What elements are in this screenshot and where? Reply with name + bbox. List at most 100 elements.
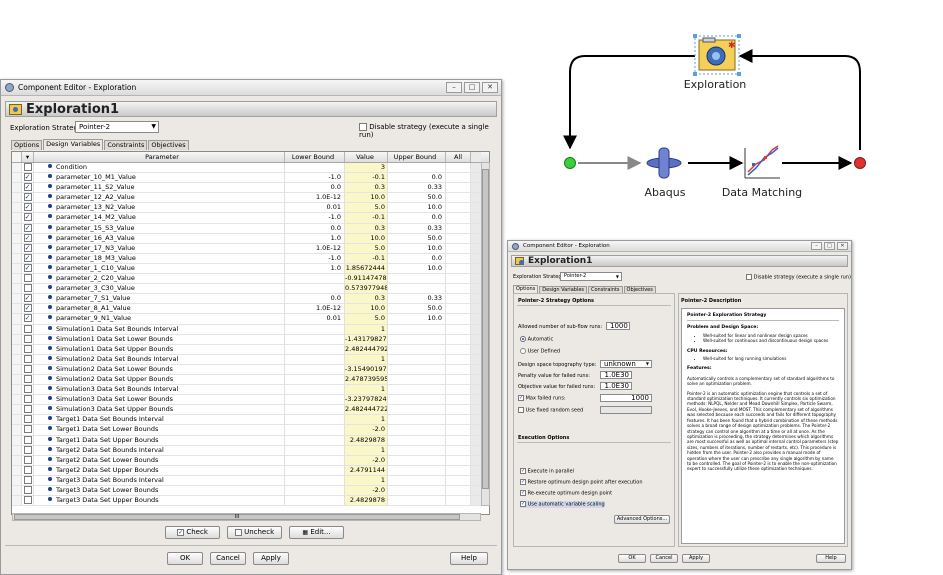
- table-row[interactable]: Target3 Data Set Lower Bounds -2.0: [12, 486, 489, 497]
- lower-bound-cell[interactable]: [285, 385, 345, 395]
- row-checkbox-cell[interactable]: [22, 385, 34, 395]
- upper-bound-cell[interactable]: [388, 354, 446, 364]
- unchecked-checkbox-icon[interactable]: [23, 496, 32, 505]
- row-checkbox-cell[interactable]: [22, 496, 34, 506]
- value-cell[interactable]: -2.0: [345, 455, 388, 465]
- data-matching-icon[interactable]: [744, 145, 780, 179]
- row-checkbox-cell[interactable]: ✓: [22, 263, 34, 274]
- value-cell[interactable]: 1: [345, 445, 388, 455]
- lower-bound-cell[interactable]: [285, 324, 345, 334]
- row-checkbox-cell[interactable]: [22, 455, 34, 465]
- row-checkbox-cell[interactable]: ✓: [22, 304, 34, 314]
- horizontal-scroll-thumb[interactable]: III: [14, 514, 460, 520]
- upper-bound-cell[interactable]: 10.0: [388, 314, 446, 324]
- row-checkbox-cell[interactable]: [22, 274, 34, 284]
- value-cell[interactable]: 1: [345, 475, 388, 485]
- exploration-node-label[interactable]: Exploration: [675, 78, 755, 91]
- upper-bound-cell[interactable]: [388, 274, 446, 284]
- lower-bound-cell[interactable]: 0.0: [285, 294, 345, 304]
- table-row[interactable]: Target2 Data Set Bounds Interval 1: [12, 445, 489, 456]
- table-row[interactable]: Target2 Data Set Upper Bounds 2.4791144: [12, 465, 489, 476]
- value-cell[interactable]: 2.4829878: [345, 496, 388, 506]
- table-row[interactable]: Target3 Data Set Bounds Interval 1: [12, 475, 489, 486]
- row-checkbox-cell[interactable]: [22, 344, 34, 354]
- row-checkbox-cell[interactable]: [22, 445, 34, 455]
- lower-bound-cell[interactable]: [285, 475, 345, 485]
- unchecked-checkbox-icon[interactable]: [23, 274, 32, 283]
- value-cell[interactable]: 1: [345, 385, 388, 395]
- radio-user-defined[interactable]: User Defined: [520, 348, 560, 355]
- edit-button[interactable]: ▦ Edit...: [289, 526, 344, 539]
- row-checkbox-cell[interactable]: [22, 405, 34, 415]
- unchecked-checkbox-icon[interactable]: [23, 465, 32, 474]
- advanced-options-button[interactable]: Advanced Options...: [614, 515, 670, 524]
- checked-checkbox-icon[interactable]: ✓: [23, 263, 32, 272]
- table-row[interactable]: Target2 Data Set Lower Bounds -2.0: [12, 455, 489, 466]
- upper-bound-cell[interactable]: [388, 415, 446, 425]
- unchecked-checkbox-icon[interactable]: [23, 354, 32, 363]
- table-row[interactable]: parameter_2_C20_Value -0.91147478: [12, 274, 489, 285]
- row-checkbox-cell[interactable]: [22, 374, 34, 385]
- unchecked-checkbox-icon[interactable]: [23, 475, 32, 484]
- lower-bound-cell[interactable]: [285, 284, 345, 294]
- lower-bound-cell[interactable]: [285, 364, 345, 374]
- row-checkbox-cell[interactable]: ✓: [22, 314, 34, 324]
- small-strategy-select[interactable]: Pointer-2 ▼: [560, 272, 622, 281]
- small-ok-button[interactable]: OK: [618, 554, 646, 563]
- table-row[interactable]: Simulation2 Data Set Bounds Interval 1: [12, 354, 489, 365]
- reexecute-optimum-checkbox[interactable]: ✓ Re-execute optimum design point: [520, 490, 612, 497]
- value-cell[interactable]: 10.0: [345, 304, 388, 314]
- upper-bound-cell[interactable]: [388, 395, 446, 405]
- small-apply-button[interactable]: Apply: [682, 554, 710, 563]
- value-cell[interactable]: -0.91147478: [345, 274, 388, 284]
- table-row[interactable]: Simulation1 Data Set Upper Bounds 2.48244…: [12, 344, 489, 355]
- upper-bound-cell[interactable]: [388, 364, 446, 374]
- upper-bound-cell[interactable]: [388, 435, 446, 445]
- lower-bound-cell[interactable]: [285, 415, 345, 425]
- unchecked-checkbox-icon[interactable]: [23, 405, 32, 414]
- max-failed-checkbox[interactable]: ✓ Max failed runs:: [518, 395, 566, 402]
- help-button[interactable]: Help: [450, 552, 488, 565]
- upper-bound-cell[interactable]: [388, 344, 446, 354]
- upper-bound-cell[interactable]: [388, 475, 446, 485]
- lower-bound-cell[interactable]: [285, 486, 345, 496]
- upper-bound-cell[interactable]: 0.33: [388, 294, 446, 304]
- unchecked-checkbox-icon[interactable]: [23, 425, 32, 434]
- unchecked-checkbox-icon[interactable]: [23, 435, 32, 444]
- upper-bound-cell[interactable]: [388, 445, 446, 455]
- row-checkbox-cell[interactable]: [22, 486, 34, 496]
- table-row[interactable]: Simulation2 Data Set Lower Bounds -3.1549…: [12, 364, 489, 375]
- row-checkbox-cell[interactable]: [22, 334, 34, 344]
- checked-checkbox-icon[interactable]: ✓: [23, 314, 32, 323]
- radio-automatic-icon[interactable]: [520, 336, 526, 342]
- row-checkbox-cell[interactable]: [22, 364, 34, 374]
- value-cell[interactable]: 2.478739595: [345, 374, 388, 385]
- checked-checkbox-icon[interactable]: ✓: [23, 304, 32, 313]
- row-checkbox-cell[interactable]: ✓: [22, 243, 34, 253]
- lower-bound-cell[interactable]: 1.0E-12: [285, 304, 345, 314]
- value-cell[interactable]: 2.482444792: [345, 344, 388, 354]
- value-cell[interactable]: 0.3: [345, 294, 388, 304]
- upper-bound-cell[interactable]: 10.0: [388, 263, 446, 274]
- max-failed-check-icon[interactable]: ✓: [518, 395, 524, 401]
- fixed-seed-checkbox[interactable]: Use fixed random seed: [518, 407, 583, 414]
- subflow-input[interactable]: 1000: [606, 322, 630, 330]
- table-row[interactable]: parameter_3_C30_Value 0.573977948: [12, 284, 489, 295]
- unchecked-checkbox-icon[interactable]: [23, 334, 32, 343]
- lower-bound-cell[interactable]: [285, 425, 345, 435]
- lower-bound-cell[interactable]: [285, 374, 345, 385]
- exploration-node-icon[interactable]: ✱: [693, 34, 741, 76]
- value-cell[interactable]: 5.0: [345, 243, 388, 253]
- lower-bound-cell[interactable]: 1.0: [285, 263, 345, 274]
- small-close-button[interactable]: ✕: [837, 242, 848, 250]
- lower-bound-cell[interactable]: [285, 334, 345, 344]
- auto-scaling-check-icon[interactable]: ✓: [520, 501, 526, 507]
- table-row[interactable]: Target1 Data Set Bounds Interval 1: [12, 415, 489, 426]
- restore-optimum-checkbox[interactable]: ✓ Restore optimum design point after exe…: [520, 479, 643, 486]
- table-row[interactable]: Simulation3 Data Set Upper Bounds 2.48244…: [12, 405, 489, 416]
- row-checkbox-cell[interactable]: ✓: [22, 294, 34, 304]
- unchecked-checkbox-icon[interactable]: [23, 364, 32, 373]
- unchecked-checkbox-icon[interactable]: [23, 284, 32, 293]
- lower-bound-cell[interactable]: [285, 354, 345, 364]
- row-checkbox-cell[interactable]: [22, 324, 34, 334]
